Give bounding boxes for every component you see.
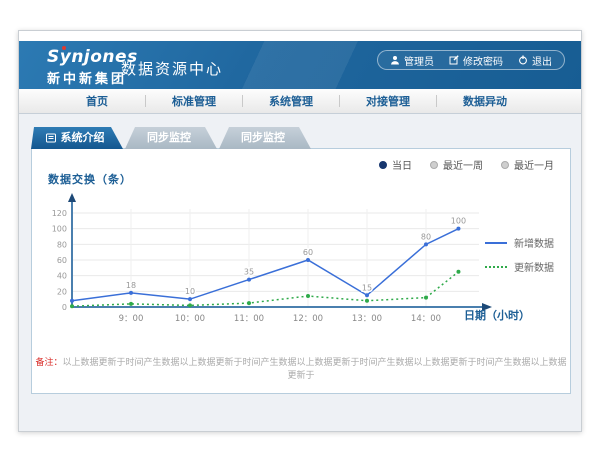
nav-item-standard-mgmt[interactable]: 标准管理 xyxy=(146,93,242,109)
time-range-filter: 当日 最近一周 最近一月 xyxy=(379,157,554,172)
svg-text:15: 15 xyxy=(362,283,372,292)
app-window: Synjones 新中新集团 数据资源中心 管理员 修改密码 退出 xyxy=(18,30,582,432)
change-password-label: 修改密码 xyxy=(463,53,503,68)
legend-item-updated-data[interactable]: 更新数据 xyxy=(485,259,554,274)
tab-system-intro[interactable]: 系统介绍 xyxy=(31,127,123,149)
tab-sync-monitor-1[interactable]: 同步监控 xyxy=(125,127,217,149)
tab-bar: 系统介绍 同步监控 同步监控 xyxy=(31,127,311,149)
svg-text:80: 80 xyxy=(421,232,431,241)
radio-dot xyxy=(430,161,438,169)
solid-line-swatch xyxy=(485,242,507,244)
svg-text:10：00: 10：00 xyxy=(175,314,205,324)
svg-text:13：00: 13：00 xyxy=(352,314,382,324)
edit-icon xyxy=(449,55,459,65)
panel-card: 当日 最近一周 最近一月 数据交换（条） 0 20 40 60 80 100 120 9：00… xyxy=(31,148,571,394)
user-icon xyxy=(390,55,400,65)
radio-label: 当日 xyxy=(392,157,412,172)
admin-user-button[interactable]: 管理员 xyxy=(390,53,434,68)
screen: Synjones 新中新集团 数据资源中心 管理员 修改密码 退出 xyxy=(0,0,600,450)
legend-label: 更新数据 xyxy=(514,259,554,274)
svg-text:80: 80 xyxy=(57,240,67,249)
legend-item-new-data[interactable]: 新增数据 xyxy=(485,235,554,250)
svg-text:60: 60 xyxy=(57,256,67,265)
svg-text:40: 40 xyxy=(57,272,67,281)
main-nav: 首页 标准管理 系统管理 对接管理 数据异动 xyxy=(19,89,581,114)
radio-last-month[interactable]: 最近一月 xyxy=(501,157,554,172)
footer-note: 备注：以上数据更新于时间产生数据以上数据更新于时间产生数据以上数据更新于时间产生… xyxy=(32,355,570,381)
radio-today[interactable]: 当日 xyxy=(379,157,412,172)
svg-text:12：00: 12：00 xyxy=(293,314,323,324)
svg-text:11：00: 11：00 xyxy=(234,314,264,324)
note-text: 以上数据更新于时间产生数据以上数据更新于时间产生数据以上数据更新于时间产生数据以… xyxy=(63,358,567,381)
user-menu: 管理员 修改密码 退出 xyxy=(377,50,565,70)
logout-label: 退出 xyxy=(532,53,552,68)
radio-label: 最近一月 xyxy=(514,157,554,172)
svg-text:20: 20 xyxy=(57,287,67,296)
logout-button[interactable]: 退出 xyxy=(518,53,552,68)
radio-label: 最近一周 xyxy=(443,157,483,172)
line-chart: 0 20 40 60 80 100 120 9：00 10：00 11：00 12：00 13：00 1… xyxy=(42,191,498,331)
x-axis-title: 日期（小时） xyxy=(464,307,530,323)
tab-label: 系统介绍 xyxy=(61,127,105,149)
svg-text:100: 100 xyxy=(451,217,466,226)
radio-dot xyxy=(501,161,509,169)
radio-dot-selected xyxy=(379,161,387,169)
svg-text:100: 100 xyxy=(52,225,67,234)
chart-legend: 新增数据 更新数据 xyxy=(485,235,554,274)
svg-text:18: 18 xyxy=(126,281,136,290)
svg-text:10: 10 xyxy=(185,287,195,296)
svg-text:60: 60 xyxy=(303,248,313,257)
y-axis-title: 数据交换（条） xyxy=(48,171,132,187)
nav-item-system-mgmt[interactable]: 系统管理 xyxy=(243,93,339,109)
app-title: 数据资源中心 xyxy=(121,58,223,79)
power-icon xyxy=(518,55,528,65)
svg-text:35: 35 xyxy=(244,268,254,277)
note-prefix: 备注： xyxy=(35,358,62,368)
nav-item-data-change[interactable]: 数据异动 xyxy=(437,93,533,109)
svg-text:9：00: 9：00 xyxy=(119,314,144,324)
admin-user-label: 管理员 xyxy=(404,53,434,68)
nav-item-interface-mgmt[interactable]: 对接管理 xyxy=(340,93,436,109)
change-password-button[interactable]: 修改密码 xyxy=(449,53,503,68)
svg-text:120: 120 xyxy=(52,209,67,218)
document-icon xyxy=(46,133,56,143)
content-area: 系统介绍 同步监控 同步监控 当日 最近一周 xyxy=(19,114,581,432)
legend-label: 新增数据 xyxy=(514,235,554,250)
svg-text:0: 0 xyxy=(62,303,67,312)
app-header: Synjones 新中新集团 数据资源中心 管理员 修改密码 退出 xyxy=(19,41,581,89)
tab-label: 同步监控 xyxy=(241,127,285,149)
dotted-line-swatch xyxy=(485,266,507,268)
tab-label: 同步监控 xyxy=(147,127,191,149)
logo-red-dot xyxy=(62,46,66,50)
radio-last-week[interactable]: 最近一周 xyxy=(430,157,483,172)
nav-item-home[interactable]: 首页 xyxy=(49,93,145,109)
svg-text:14：00: 14：00 xyxy=(411,314,441,324)
tab-sync-monitor-2[interactable]: 同步监控 xyxy=(219,127,311,149)
